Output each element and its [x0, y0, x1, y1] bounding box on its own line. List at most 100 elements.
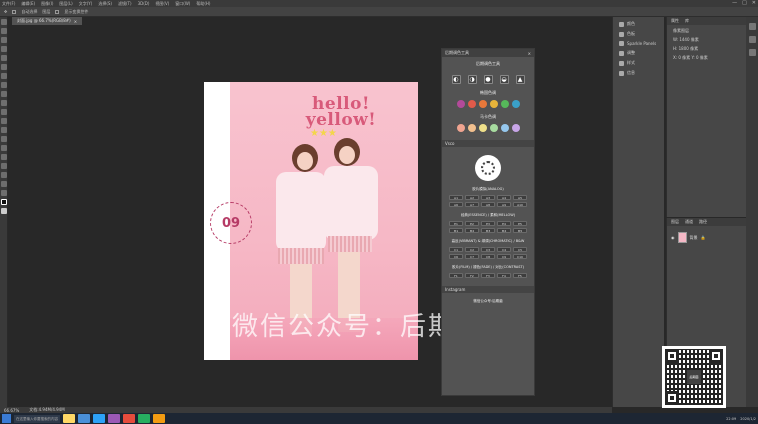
healing-brush-tool-icon[interactable] — [1, 73, 7, 79]
document-tab[interactable]: 封面.jpg @ 66.7%(RGB/8#) × — [12, 17, 83, 25]
korean-tone-swatch-2[interactable] — [467, 100, 476, 108]
contrast-icon[interactable]: ◐ — [451, 75, 461, 84]
show-transform-checkbox[interactable] — [55, 9, 60, 14]
macaron-tone-swatch-2[interactable] — [467, 124, 476, 132]
menu-item-image[interactable]: 图像(I) — [41, 1, 53, 7]
analog-preset-button-3[interactable]: A3 — [481, 195, 495, 200]
app-icon[interactable] — [138, 414, 150, 423]
film-preset-button-3[interactable]: F3 — [481, 273, 495, 278]
essence-preset-button-5[interactable]: E5 — [513, 221, 527, 226]
minimize-button[interactable]: — — [732, 0, 737, 7]
macaron-tone-swatch-1[interactable] — [456, 124, 465, 132]
menu-item-view[interactable]: 视图(V) — [155, 1, 169, 7]
foreground-color-swatch[interactable] — [1, 199, 7, 205]
analog-preset-button-6[interactable]: A6 — [449, 202, 463, 207]
eye-icon[interactable]: ◉ — [671, 235, 675, 240]
korean-tone-swatch-4[interactable] — [489, 100, 498, 108]
levels-icon[interactable]: ▲ — [515, 75, 525, 84]
panel-dock-icon[interactable] — [748, 49, 756, 56]
essence-preset-button-4[interactable]: E4 — [497, 221, 511, 226]
macaron-tone-swatch-6[interactable] — [511, 124, 520, 132]
clone-stamp-tool-icon[interactable] — [1, 91, 7, 97]
zoom-level[interactable]: 66.67% — [4, 408, 19, 413]
macaron-tone-swatch-4[interactable] — [489, 124, 498, 132]
eyedropper-tool-icon[interactable] — [1, 64, 7, 70]
korean-tone-swatch-3[interactable] — [478, 100, 487, 108]
chromatic-preset-button-1[interactable]: C1 — [449, 247, 463, 252]
zoom-tool-icon[interactable] — [1, 190, 7, 196]
film-preset-button-1[interactable]: F1 — [449, 273, 463, 278]
chromatic-preset-button-5[interactable]: C5 — [513, 247, 527, 252]
eraser-tool-icon[interactable] — [1, 109, 7, 115]
analog-preset-button-8[interactable]: A8 — [481, 202, 495, 207]
menu-item-file[interactable]: 文件(F) — [2, 1, 15, 7]
korean-tone-swatch-5[interactable] — [500, 100, 509, 108]
menu-item-filter[interactable]: 滤镜(T) — [118, 1, 132, 7]
photoshop-icon[interactable] — [93, 414, 105, 423]
menu-item-window[interactable]: 窗口(W) — [175, 1, 190, 7]
essence-preset-button-2[interactable]: E2 — [465, 221, 479, 226]
essence-preset-button-3[interactable]: E3 — [481, 221, 495, 226]
type-tool-icon[interactable] — [1, 154, 7, 160]
clock-time[interactable]: 22:09 — [726, 417, 736, 421]
quick-select-tool-icon[interactable] — [1, 46, 7, 52]
chromatic-preset-button-6[interactable]: C6 — [449, 254, 463, 259]
panel-item-sparkle[interactable]: Sparkle Panels — [619, 41, 664, 46]
tab-layers[interactable]: 图层 — [671, 219, 679, 225]
film-preset-button-5[interactable]: F5 — [513, 273, 527, 278]
macaron-tone-swatch-3[interactable] — [478, 124, 487, 132]
file-explorer-icon[interactable] — [63, 414, 75, 423]
menu-item-3d[interactable]: 3D(D) — [138, 1, 150, 6]
dodge-tool-icon[interactable] — [1, 136, 7, 142]
move-tool-icon[interactable]: ✥ — [4, 9, 7, 14]
shape-tool-icon[interactable] — [1, 172, 7, 178]
tab-channels[interactable]: 通道 — [685, 219, 693, 225]
black-point-icon[interactable]: ● — [483, 75, 493, 84]
chromatic-preset-button-10[interactable]: C10 — [513, 254, 527, 259]
premiere-icon[interactable] — [108, 414, 120, 423]
macaron-tone-swatch-5[interactable] — [500, 124, 509, 132]
analog-preset-button-9[interactable]: A9 — [497, 202, 511, 207]
film-preset-button-2[interactable]: F2 — [465, 273, 479, 278]
background-color-swatch[interactable] — [1, 208, 7, 214]
layer-select-dropdown[interactable]: 图层 — [42, 9, 50, 15]
clock-date[interactable]: 2020/1/2 — [740, 417, 756, 421]
essence-preset-button-1[interactable]: E1 — [449, 221, 463, 226]
brush-tool-icon[interactable] — [1, 82, 7, 88]
document-tab-close-icon[interactable]: × — [74, 19, 77, 24]
analog-preset-button-4[interactable]: A4 — [497, 195, 511, 200]
korean-tone-swatch-1[interactable] — [456, 100, 465, 108]
essence-preset-button-10[interactable]: M5 — [513, 228, 527, 233]
menu-item-help[interactable]: 帮助(H) — [196, 1, 210, 7]
layer-row[interactable]: ◉ 背景 🔒 — [671, 232, 746, 243]
panel-collapse-icon[interactable] — [748, 23, 756, 30]
tab-libraries[interactable]: 库 — [685, 18, 689, 24]
shadow-icon[interactable]: ◒ — [499, 75, 509, 84]
plugin-titlebar[interactable]: 后期调色工具 × — [442, 49, 534, 57]
analog-preset-button-10[interactable]: A10 — [513, 202, 527, 207]
start-button[interactable] — [2, 414, 11, 423]
taskbar-search[interactable]: 在这里输入你要搜索的内容 — [14, 414, 60, 423]
blur-tool-icon[interactable] — [1, 127, 7, 133]
app-icon[interactable] — [153, 414, 165, 423]
korean-tone-swatch-6[interactable] — [511, 100, 520, 108]
hand-tool-icon[interactable] — [1, 181, 7, 187]
menu-item-select[interactable]: 选择(S) — [98, 1, 112, 7]
analog-preset-button-7[interactable]: A7 — [465, 202, 479, 207]
plugin-close-icon[interactable]: × — [528, 51, 531, 56]
exposure-icon[interactable]: ◑ — [467, 75, 477, 84]
menu-item-layer[interactable]: 图层(L) — [59, 1, 72, 7]
move-tool-icon[interactable] — [1, 19, 7, 25]
auto-select-checkbox[interactable] — [12, 9, 17, 14]
panel-item-color[interactable]: 颜色 — [619, 21, 664, 27]
essence-preset-button-8[interactable]: M3 — [481, 228, 495, 233]
panel-item-styles[interactable]: 样式 — [619, 60, 664, 66]
panel-item-swatches[interactable]: 色板 — [619, 31, 664, 37]
panel-item-info[interactable]: 信息 — [619, 70, 664, 76]
pen-tool-icon[interactable] — [1, 145, 7, 151]
chromatic-preset-button-8[interactable]: C8 — [481, 254, 495, 259]
path-select-tool-icon[interactable] — [1, 163, 7, 169]
essence-preset-button-6[interactable]: M1 — [449, 228, 463, 233]
gradient-tool-icon[interactable] — [1, 118, 7, 124]
app-icon[interactable] — [123, 414, 135, 423]
